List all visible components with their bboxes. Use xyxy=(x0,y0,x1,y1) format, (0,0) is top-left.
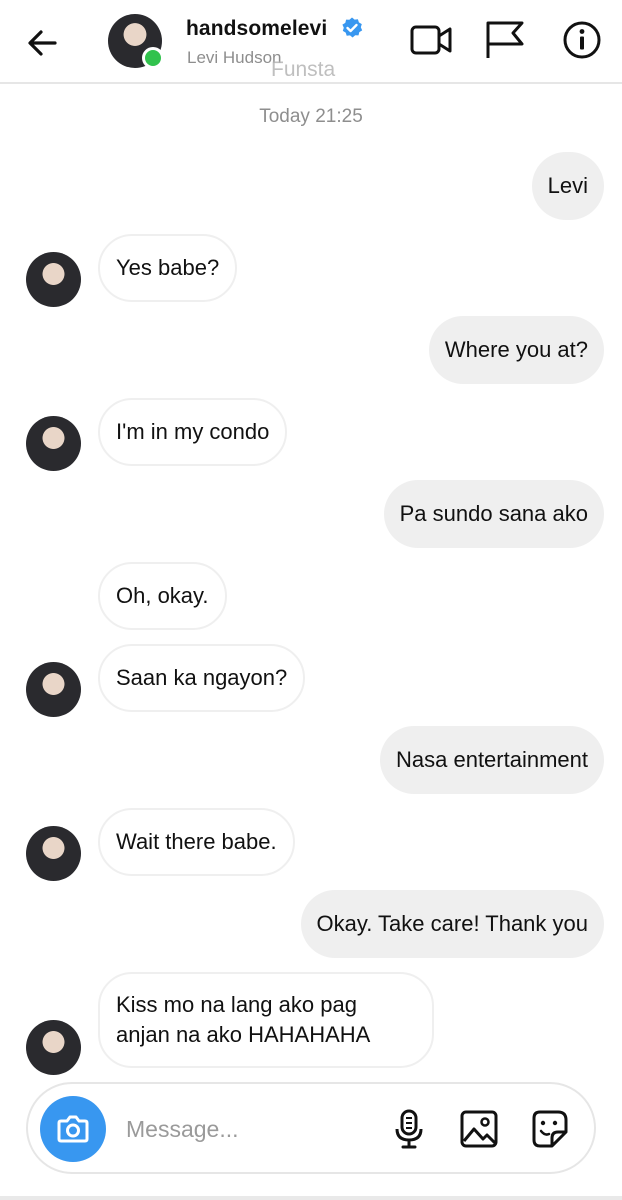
message-received[interactable]: Saan ka ngayon? xyxy=(98,644,306,712)
message-composer xyxy=(26,1082,596,1174)
message-received[interactable]: Oh, okay. xyxy=(98,562,227,630)
sender-avatar[interactable] xyxy=(26,252,81,307)
back-arrow-icon xyxy=(28,30,57,56)
online-status-dot xyxy=(142,47,164,69)
message-sent[interactable]: Nasa entertainment xyxy=(380,726,604,794)
sender-avatar[interactable] xyxy=(26,1020,81,1075)
sender-avatar[interactable] xyxy=(26,826,81,881)
message-sent[interactable]: Okay. Take care! Thank you xyxy=(300,890,604,958)
sticker-button[interactable] xyxy=(528,1108,570,1150)
flag-icon xyxy=(486,21,524,58)
chat-full-name: Levi Hudson xyxy=(187,48,282,67)
camera-button[interactable] xyxy=(40,1096,106,1162)
camera-icon xyxy=(57,1115,89,1143)
video-call-icon xyxy=(410,25,452,55)
gallery-icon xyxy=(460,1110,498,1148)
video-call-button[interactable] xyxy=(409,18,453,62)
report-flag-button[interactable] xyxy=(483,18,527,62)
message-sent[interactable]: Where you at? xyxy=(428,316,604,384)
conversation-timestamp: Today 21:25 xyxy=(259,106,363,127)
verified-badge-icon xyxy=(342,17,363,38)
voice-message-button[interactable] xyxy=(388,1108,430,1150)
info-icon xyxy=(563,21,601,59)
chat-username[interactable]: handsomelevi xyxy=(186,17,327,41)
info-button[interactable] xyxy=(560,18,604,62)
message-received[interactable]: Kiss mo na lang ako pag anjan na ako HAH… xyxy=(98,972,434,1068)
message-sent[interactable]: Pa sundo sana ako xyxy=(383,480,604,548)
message-received[interactable]: I'm in my condo xyxy=(98,398,288,466)
back-button[interactable] xyxy=(22,22,64,64)
message-sent[interactable]: Levi xyxy=(531,152,604,220)
chat-header: handsomelevi Levi Hudson Funsta xyxy=(0,0,622,84)
microphone-icon xyxy=(395,1109,423,1149)
watermark-text: Funsta xyxy=(271,58,336,81)
message-received[interactable]: Yes babe? xyxy=(98,234,238,302)
sender-avatar[interactable] xyxy=(26,662,81,717)
sender-avatar[interactable] xyxy=(26,416,81,471)
message-input[interactable] xyxy=(124,1110,368,1148)
message-received[interactable]: Wait there babe. xyxy=(98,808,295,876)
profile-avatar-button[interactable] xyxy=(108,14,164,69)
gallery-button[interactable] xyxy=(458,1108,500,1150)
sticker-icon xyxy=(532,1110,568,1148)
bottom-divider xyxy=(0,1196,622,1200)
